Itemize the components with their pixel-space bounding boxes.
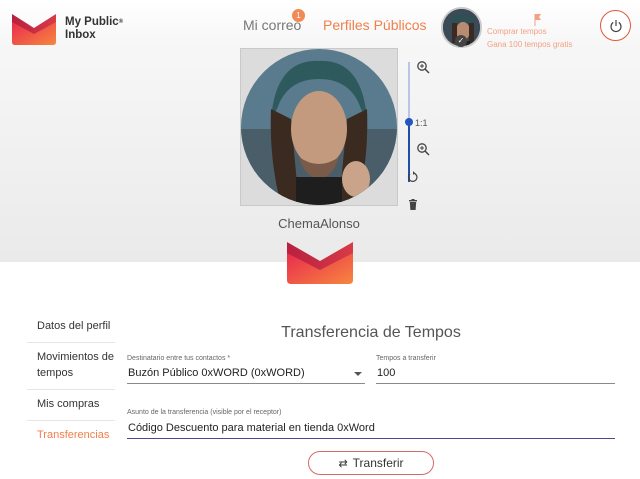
logo-registered: ® [118, 19, 124, 25]
side-item-transferencias[interactable]: Transferencias [27, 421, 115, 451]
nav-perfiles-publicos[interactable]: Perfiles Públicos [323, 17, 427, 33]
amount-input[interactable]: 100 [376, 367, 615, 384]
transfer-button-label: Transferir [352, 456, 404, 470]
transfer-button[interactable]: ⇄ Transferir [308, 451, 434, 475]
zoom-slider-track-upper [408, 62, 410, 122]
recipient-select[interactable]: Buzón Público 0xWORD (0xWORD) [127, 367, 365, 384]
brand-logo-icon [287, 242, 353, 284]
amount-label: Tempos a transferir [376, 355, 436, 362]
logo-mark-icon [12, 14, 56, 45]
zoom-slider-thumb[interactable] [405, 118, 413, 126]
subject-input[interactable]: Código Descuento para material en tienda… [127, 422, 615, 439]
zoom-out-icon[interactable] [416, 142, 430, 156]
check-icon: ✓ [455, 35, 467, 47]
side-item-datos-perfil[interactable]: Datos del perfil [27, 312, 115, 343]
recipient-label: Destinatario entre tus contactos * [127, 355, 231, 362]
mail-badge: 1 [292, 9, 305, 22]
profile-photo-cropper[interactable] [240, 48, 398, 206]
trash-icon[interactable] [406, 198, 420, 212]
account-side-menu: Datos del perfil Movimientos de tempos M… [27, 312, 115, 451]
zoom-in-icon[interactable] [416, 60, 430, 74]
dropdown-arrow-icon[interactable] [354, 372, 362, 376]
power-icon [609, 19, 622, 32]
profile-username: ChemaAlonso [278, 216, 360, 231]
subject-label: Asunto de la transferencia (visible por … [127, 409, 282, 416]
earn-tempos-link[interactable]: Gana 100 tempos gratis [487, 40, 572, 49]
buy-tempos-link[interactable]: Comprar tempos [487, 27, 547, 36]
side-item-mis-compras[interactable]: Mis compras [27, 390, 115, 421]
logo-line2: Inbox [65, 29, 96, 41]
rotate-icon[interactable] [406, 170, 420, 184]
side-item-movimientos[interactable]: Movimientos de tempos [27, 343, 115, 390]
flag-icon [534, 14, 541, 26]
zoom-ratio-label: 1:1 [415, 118, 428, 128]
transfer-icon: ⇄ [338, 457, 348, 470]
app-logo[interactable]: My Public® Inbox [10, 12, 123, 46]
profile-photo [241, 49, 397, 205]
form-title: Transferencia de Tempos [281, 324, 461, 341]
logo-line1: My Public [65, 16, 119, 28]
logo-text: My Public® Inbox [65, 16, 123, 42]
logout-button[interactable] [600, 10, 631, 41]
